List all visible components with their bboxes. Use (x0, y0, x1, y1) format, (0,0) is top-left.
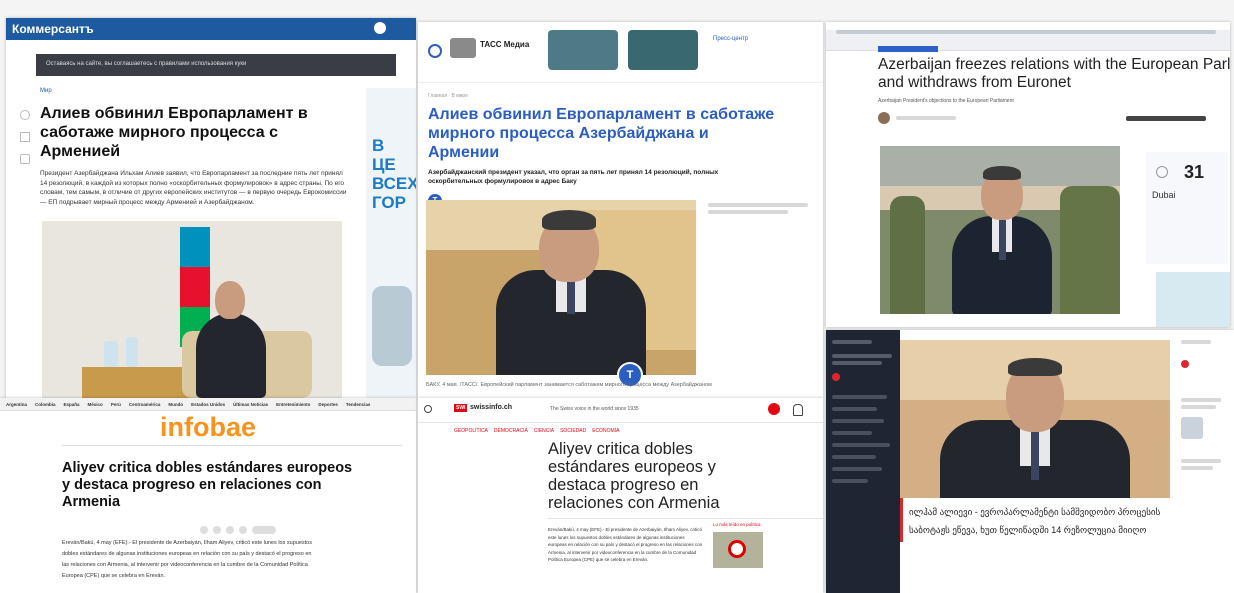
live-badge[interactable] (832, 373, 840, 381)
caption-text: ილჰამ ალიევი - ევროპარლამენტი სამშვიდობო… (909, 507, 1161, 535)
article-body: Ereván/Bakú, 4 may (EFE).- El presidente… (62, 540, 312, 579)
cookie-banner-text: Оставаясь на сайте, вы соглашаетесь с пр… (46, 61, 247, 67)
swissinfo-nav: GEOPOLÍTICA DEMOCRACIA CIENCIA SOCIEDAD … (454, 428, 619, 434)
alert-dot (1181, 360, 1189, 368)
kommersant-screenshot: Коммерсантъ Оставаясь на сайте, вы согла… (6, 18, 416, 398)
breadcrumb[interactable]: Главная · В мире (428, 93, 813, 99)
nav-tendencias[interactable]: Tendencias (346, 402, 370, 407)
tass-media-label[interactable]: ТАСС Медиа (480, 40, 529, 49)
avatar-letter: T (626, 369, 634, 381)
infobae-country-nav: Argentina Colombia España México Perú Ce… (0, 398, 416, 411)
sidebar (826, 330, 900, 593)
article-subtitle: Azerbaijan President's objections to the… (878, 98, 1014, 104)
share-buttons[interactable] (200, 526, 276, 534)
tagline: The Swiss voice in the world since 1935 (550, 406, 639, 412)
weather-temperature: 31 (1184, 162, 1205, 182)
article-title: Aliyev critica dobles estándares europeo… (548, 440, 720, 512)
swi-badge[interactable]: SWI (454, 404, 468, 412)
moon-icon (1156, 166, 1168, 178)
tass-header: ТАСС Медиа Пресс-центр (418, 22, 823, 83)
nav-economia[interactable]: ECONOMÍA (592, 428, 619, 434)
share-icon[interactable] (20, 154, 30, 164)
kommersant-logo[interactable]: Коммерсантъ (12, 22, 94, 36)
section-tag[interactable] (878, 46, 938, 52)
nav-espana[interactable]: España (64, 402, 80, 407)
article-title: Алиев обвинил Европарламент в саботаже м… (428, 106, 775, 161)
nav-mundo[interactable]: Mundo (168, 402, 183, 407)
article-body: Ereván/Bakú, 4 may (EFE).- El presidente… (548, 527, 703, 562)
side-image[interactable] (1156, 272, 1230, 327)
promo-card-1[interactable] (548, 30, 618, 70)
georgian-news-screenshot: ილჰამ ალიევი - ევროპარლამენტი სამშვიდობო… (826, 330, 1234, 593)
weather-city: Dubai (1152, 190, 1176, 200)
article-title: Алиев обвинил Европарламент в саботаже м… (40, 105, 308, 160)
nav-ciencia[interactable]: CIENCIA (534, 428, 554, 434)
nav-mexico[interactable]: México (88, 402, 103, 407)
bookmark-icon[interactable] (20, 132, 30, 142)
euronet-screenshot: Azerbaijan freezes relations with the Eu… (826, 22, 1230, 327)
avatar (878, 112, 890, 124)
search-icon[interactable] (424, 405, 432, 413)
nav-centroamerica[interactable]: Centroamérica (129, 402, 161, 407)
notifications-badge[interactable] (768, 403, 780, 415)
search-icon[interactable] (374, 22, 386, 34)
nav-geopolitica[interactable]: GEOPOLÍTICA (454, 428, 488, 434)
swissinfo-screenshot: SWI swissinfo.ch The Swiss voice in the … (418, 398, 823, 593)
swissinfo-logo[interactable]: swissinfo.ch (470, 404, 512, 411)
share-rail (20, 110, 30, 164)
headline-caption: ილჰამ ალიევი - ევროპარლამენტი სამშვიდობო… (900, 498, 1181, 542)
nav-peru[interactable]: Perú (111, 402, 121, 407)
ad-text: В ЦЕ ВСЕХ ГОР (372, 136, 416, 212)
dateline: БАКУ, 4 мая. /ТАСС/. Европейский парламе… (426, 382, 712, 388)
infobae-logo[interactable]: infobae (0, 412, 416, 443)
ad-block[interactable]: В ЦЕ ВСЕХ ГОР (366, 88, 416, 398)
article-photo (900, 340, 1170, 498)
article-photo (426, 200, 696, 375)
nav-colombia[interactable]: Colombia (35, 402, 56, 407)
weather-widget[interactable]: 31 Dubai (1146, 152, 1228, 264)
article-photo (42, 221, 342, 398)
search-icon[interactable] (428, 44, 442, 58)
nav-ultimas-noticias[interactable]: Últimas Noticias (233, 402, 268, 407)
article-rubric[interactable]: Мир (40, 88, 350, 94)
most-read-box[interactable]: Lo más leído en política (713, 522, 773, 584)
tass-screenshot: ТАСС Медиа Пресс-центр Главная · В мире … (418, 22, 823, 398)
kommersant-top-bar: Коммерсантъ (6, 18, 416, 40)
article-subtitle: Азербайджанский президент указал, что ор… (428, 169, 719, 185)
user-icon[interactable] (793, 404, 803, 416)
cookie-banner: Оставаясь на сайте, вы соглашаетесь с пр… (36, 54, 396, 76)
promo-card-2[interactable] (628, 30, 698, 70)
most-read-title: Lo más leído en política (713, 522, 761, 527)
no-entry-sign-icon (728, 540, 746, 558)
article-lead: Президент Азербайджана Ильхам Алиев заяв… (40, 170, 347, 206)
swissinfo-header: SWI swissinfo.ch The Swiss voice in the … (418, 398, 823, 423)
article-title: Azerbaijan freezes relations with the Eu… (878, 56, 1230, 91)
share-toolbar[interactable] (1126, 115, 1206, 121)
nav-sociedad[interactable]: SOCIEDAD (560, 428, 586, 434)
nav-entretenimiento[interactable]: Entretenimiento (276, 402, 310, 407)
comment-icon[interactable] (20, 110, 30, 120)
nav-argentina[interactable]: Argentina (6, 402, 27, 407)
article-photo (880, 146, 1120, 314)
nav-democracia[interactable]: DEMOCRACIA (494, 428, 528, 434)
press-center-link[interactable]: Пресс-центр (713, 36, 748, 42)
infobae-screenshot: Argentina Colombia España México Perú Ce… (0, 398, 416, 593)
article-title: Aliyev critica dobles estándares europeo… (62, 460, 353, 510)
nav-deportes[interactable]: Deportes (318, 402, 338, 407)
right-news-feed (1181, 330, 1234, 593)
nav-estados-unidos[interactable]: Estados Unidos (191, 402, 225, 407)
